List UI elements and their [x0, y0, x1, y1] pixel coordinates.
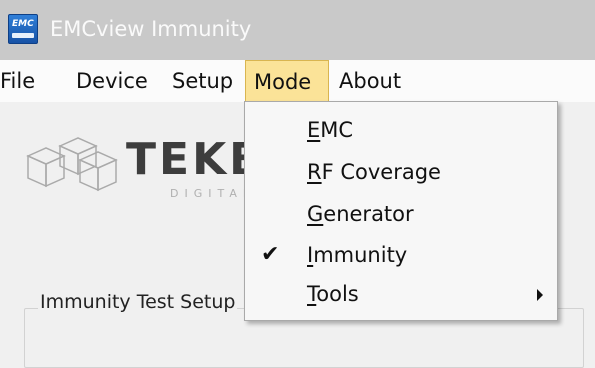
menu-bar: File Device Setup Mode About: [0, 60, 595, 102]
mode-dropdown-menu: EMC RF Coverage Generator ✔ Immunity Too…: [244, 101, 558, 321]
menu-item-emc[interactable]: EMC: [245, 110, 557, 150]
window-title: EMCview Immunity: [50, 17, 252, 41]
logo-cube-icon: [26, 137, 118, 192]
app-icon-text: EMC: [12, 19, 34, 29]
menu-setup[interactable]: Setup: [172, 60, 233, 102]
menu-item-label: Generator: [307, 202, 414, 226]
menu-item-label: Immunity: [307, 243, 408, 267]
title-bar[interactable]: EMC EMCview Immunity: [0, 0, 595, 60]
menu-item-label: EMC: [307, 118, 354, 142]
checkmark-icon: ✔: [261, 242, 280, 267]
app-icon[interactable]: EMC: [8, 14, 38, 44]
menu-item-tools[interactable]: Tools: [245, 274, 557, 314]
menu-item-label: RF Coverage: [307, 160, 441, 184]
menu-file[interactable]: File: [0, 60, 35, 102]
submenu-arrow-icon: [537, 289, 543, 301]
group-label: Immunity Test Setup: [38, 291, 238, 313]
menu-mode[interactable]: Mode: [245, 60, 329, 102]
menu-device[interactable]: Device: [76, 60, 148, 102]
menu-item-label: Tools: [307, 282, 359, 306]
menu-item-generator[interactable]: Generator: [245, 194, 557, 234]
menu-item-rf-coverage[interactable]: RF Coverage: [245, 152, 557, 192]
menu-item-immunity[interactable]: ✔ Immunity: [245, 235, 557, 275]
menu-about[interactable]: About: [339, 60, 401, 102]
app-icon-stripe: [12, 33, 34, 38]
